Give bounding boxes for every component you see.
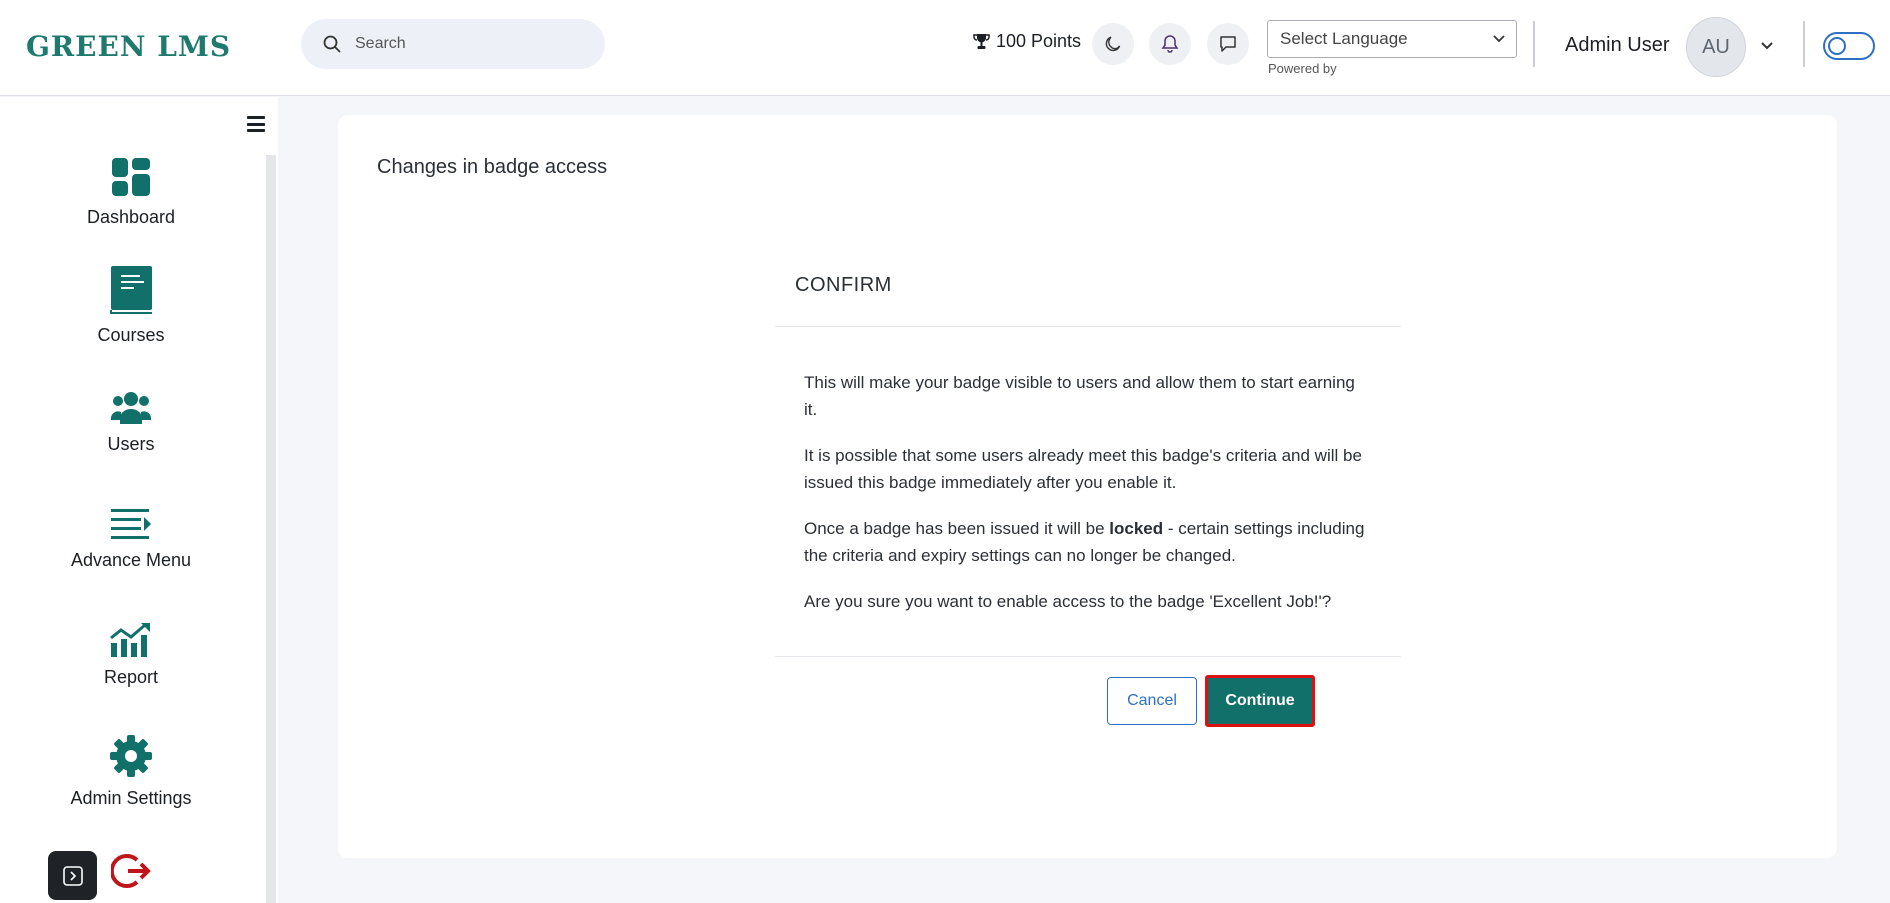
sidebar-item-courses[interactable]: Courses bbox=[0, 265, 262, 346]
users-icon bbox=[111, 392, 151, 424]
locked-emphasis: locked bbox=[1109, 519, 1164, 538]
moon-icon bbox=[1105, 36, 1121, 52]
toggle-knob bbox=[1828, 37, 1846, 55]
dialog-body: This will make your badge visible to use… bbox=[775, 327, 1401, 657]
sidebar-item-users[interactable]: Users bbox=[0, 390, 262, 455]
page-title: Changes in badge access bbox=[377, 156, 608, 178]
points-label: 100 Points bbox=[996, 30, 1082, 51]
divider bbox=[1803, 21, 1805, 67]
chevron-down-icon bbox=[1493, 35, 1505, 43]
sidebar-item-label: Admin Settings bbox=[70, 788, 192, 808]
points-display: 100 Points bbox=[973, 28, 1081, 54]
sidebar-item-dashboard[interactable]: Dashboard bbox=[0, 157, 262, 228]
avatar[interactable]: AU bbox=[1686, 17, 1746, 77]
bell-icon bbox=[1161, 35, 1179, 53]
sidebar-item-advance-menu[interactable]: Advance Menu bbox=[0, 508, 262, 571]
cancel-button[interactable]: Cancel bbox=[1107, 677, 1197, 725]
search-icon bbox=[323, 35, 341, 53]
sidebar: Dashboard Courses Users Advance Menu Rep… bbox=[0, 97, 278, 903]
top-header: GREEN LMS 100 Points Select Language Pow… bbox=[0, 0, 1890, 96]
language-select-value: Select Language bbox=[1280, 29, 1408, 48]
dialog-paragraph: Are you sure you want to enable access t… bbox=[804, 592, 1332, 611]
sidebar-item-report[interactable]: Report bbox=[0, 621, 262, 688]
divider bbox=[1533, 21, 1535, 67]
dialog-text: Once a badge has been issued it will be bbox=[804, 519, 1110, 538]
confirm-dialog: CONFIRM This will make your badge visibl… bbox=[775, 240, 1401, 747]
expand-panel-button[interactable] bbox=[48, 851, 97, 900]
panel-expand-icon bbox=[62, 865, 83, 886]
sidebar-item-label: Users bbox=[107, 434, 155, 454]
hamburger-menu-icon[interactable] bbox=[247, 116, 265, 132]
dialog-paragraph: Once a badge has been issued it will be … bbox=[804, 515, 1371, 569]
menu-list-icon bbox=[111, 509, 151, 539]
sidebar-item-logout[interactable] bbox=[0, 852, 262, 890]
chat-icon bbox=[1220, 36, 1236, 52]
logout-icon bbox=[111, 854, 151, 888]
dashboard-icon bbox=[112, 158, 150, 196]
search-input[interactable] bbox=[355, 35, 575, 53]
trophy-icon bbox=[973, 33, 990, 49]
language-select[interactable]: Select Language bbox=[1267, 20, 1517, 58]
chart-growth-icon bbox=[110, 623, 150, 657]
notifications-button[interactable] bbox=[1149, 23, 1191, 65]
sidebar-scrollbar[interactable] bbox=[266, 155, 276, 903]
dialog-footer: Cancel Continue bbox=[775, 657, 1401, 747]
powered-by-text: Powered by bbox=[1268, 61, 1337, 76]
sidebar-item-admin-settings[interactable]: Admin Settings bbox=[0, 734, 262, 809]
book-icon bbox=[110, 266, 152, 314]
sidebar-item-label: Report bbox=[103, 667, 159, 687]
dialog-paragraph: This will make your badge visible to use… bbox=[804, 373, 1355, 419]
avatar-initials: AU bbox=[1702, 35, 1730, 58]
continue-highlight: Continue bbox=[1205, 675, 1315, 727]
search-box[interactable] bbox=[301, 19, 605, 69]
dialog-paragraph: It is possible that some users already m… bbox=[804, 446, 1362, 492]
continue-button[interactable]: Continue bbox=[1208, 678, 1312, 724]
sidebar-item-label: Courses bbox=[97, 325, 165, 345]
sidebar-item-label: Dashboard bbox=[86, 207, 176, 227]
logo-text: GREEN LMS bbox=[26, 29, 232, 63]
user-menu-chevron-icon[interactable] bbox=[1758, 36, 1776, 54]
messages-button[interactable] bbox=[1207, 23, 1249, 65]
logo[interactable]: GREEN LMS bbox=[26, 26, 231, 66]
sidebar-item-label: Advance Menu bbox=[70, 550, 192, 570]
gear-icon bbox=[110, 735, 152, 777]
dialog-title: CONFIRM bbox=[775, 240, 1401, 327]
user-name: Admin User bbox=[1565, 34, 1670, 56]
dark-mode-button[interactable] bbox=[1092, 23, 1134, 65]
theme-toggle[interactable] bbox=[1823, 32, 1875, 60]
main-card: Changes in badge access CONFIRM This wil… bbox=[338, 115, 1837, 858]
